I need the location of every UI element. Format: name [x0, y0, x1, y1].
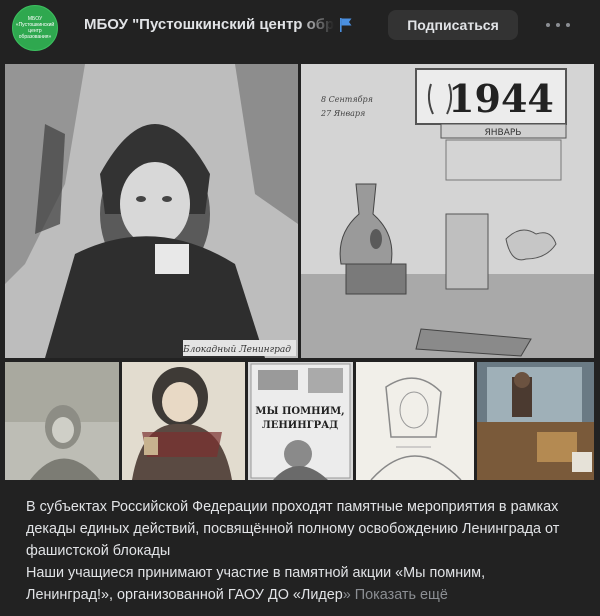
photo-2[interactable]: 1944 ЯНВАРЬ 8 Сентября 27 Января [301, 64, 594, 358]
post-header: МБОУ «Пустошкинский центр образования» М… [0, 0, 600, 56]
subscribe-button[interactable]: Подписаться [388, 10, 518, 40]
photo-4-drawing [122, 362, 245, 480]
post-paragraph-2-fade: » [342, 587, 351, 603]
calendar-year: 1944 [448, 76, 554, 121]
calendar-note-1: 8 Сентября [321, 95, 373, 104]
photo-5-drawing: МЫ ПОМНИМ, ЛЕНИНГРАД [248, 362, 353, 480]
post-text: В субъектах Российской Федерации проходя… [26, 496, 576, 606]
photo-5[interactable]: МЫ ПОМНИМ, ЛЕНИНГРАД [248, 362, 353, 480]
post-card: МБОУ «Пустошкинский центр образования» М… [0, 0, 600, 616]
photo-6-drawing [356, 362, 474, 480]
group-name-link[interactable]: МБОУ "Пустошкинский центр образования" [84, 16, 334, 36]
photo-1[interactable]: Блокадный Ленинград [5, 64, 298, 358]
photo-4[interactable] [122, 362, 245, 480]
poster-title-2: ЛЕНИНГРАД [262, 420, 338, 431]
poster-title-1: МЫ ПОМНИМ, [255, 406, 344, 417]
photo-3[interactable] [5, 362, 119, 480]
calendar-month: ЯНВАРЬ [485, 128, 522, 138]
group-avatar[interactable]: МБОУ «Пустошкинский центр образования» [12, 5, 58, 51]
avatar-text: МБОУ «Пустошкинский центр образования» [15, 16, 55, 40]
photo-7[interactable] [477, 362, 594, 480]
calendar-note-2: 27 Января [320, 109, 365, 118]
photo-1-caption: Блокадный Ленинград [182, 345, 291, 355]
post-paragraph-1: В субъектах Российской Федерации проходя… [26, 499, 560, 559]
post-paragraph-2: Наши учащиеся принимают участие в памятн… [26, 562, 576, 606]
photo-1-drawing: Блокадный Ленинград [5, 64, 298, 358]
photo-2-drawing: 1944 ЯНВАРЬ 8 Сентября 27 Января [301, 64, 594, 358]
more-options-icon[interactable] [546, 15, 570, 35]
photo-3-drawing [5, 362, 119, 480]
photo-6[interactable] [356, 362, 474, 480]
flag-icon [340, 18, 352, 32]
photo-7-drawing [477, 362, 594, 480]
show-more-link[interactable]: Показать ещё [355, 587, 448, 603]
